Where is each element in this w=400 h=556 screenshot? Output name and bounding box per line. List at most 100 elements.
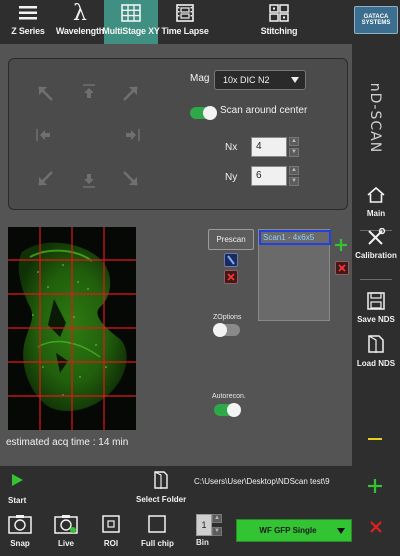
close-button[interactable]: [368, 519, 384, 535]
arrow-down-right-icon[interactable]: [122, 170, 140, 191]
tab-wavelength[interactable]: λ Wavelength: [56, 0, 104, 44]
tab-z-series[interactable]: Z Series: [0, 0, 56, 44]
close-icon: [338, 264, 346, 272]
bin-label: Bin: [196, 538, 209, 547]
stepper-up-icon[interactable]: ▲: [212, 514, 222, 523]
calibration-label: Calibration: [355, 251, 397, 260]
select-folder-label: Select Folder: [136, 495, 187, 504]
live-camera-icon: [54, 514, 78, 537]
arrow-up-right-icon[interactable]: [122, 84, 140, 105]
arrow-up-left-icon[interactable]: [36, 84, 54, 105]
draw-roi-button[interactable]: [224, 253, 238, 267]
ny-stepper[interactable]: ▲ ▼: [289, 166, 299, 186]
open-file-icon: [367, 334, 385, 357]
plus-icon: [368, 479, 382, 493]
acq-time-text: estimated acq time : 14 min: [6, 437, 129, 448]
add-button[interactable]: [366, 477, 384, 495]
arrow-down-left-icon[interactable]: [36, 170, 54, 191]
gataca-logo: GATACA SYSTEMS: [354, 6, 398, 34]
arrow-down-icon[interactable]: [82, 172, 96, 191]
load-nds-button[interactable]: Load NDS: [352, 334, 400, 368]
mag-value: 10x DIC N2: [223, 75, 270, 85]
tab-label: Stitching: [260, 26, 298, 36]
delete-roi-button[interactable]: [224, 270, 238, 284]
arrow-left-icon[interactable]: [36, 127, 52, 145]
tab-label: Z Series: [11, 26, 45, 36]
home-icon: [366, 186, 386, 207]
lambda-icon: λ: [73, 0, 87, 26]
tab-time-lapse[interactable]: Time Lapse: [160, 0, 210, 44]
minimize-button[interactable]: [368, 438, 382, 440]
toggle-knob: [203, 106, 217, 120]
nx-stepper[interactable]: ▲ ▼: [289, 137, 299, 157]
grid-icon: [121, 0, 141, 26]
snap-label: Snap: [10, 539, 30, 548]
close-icon: [227, 273, 235, 281]
save-path: C:\Users\User\Desktop\NDScan test\9: [194, 477, 330, 486]
stepper-down-icon[interactable]: ▼: [212, 527, 222, 536]
toggle-knob: [213, 323, 227, 337]
roi-label: ROI: [103, 539, 119, 548]
tab-label: Wavelength: [55, 26, 105, 36]
tools-icon: [366, 227, 386, 249]
full-chip-label: Full chip: [141, 539, 174, 548]
calibration-button[interactable]: Calibration: [352, 227, 400, 260]
live-button[interactable]: Live: [54, 514, 78, 548]
play-icon: [10, 473, 24, 490]
roi-button[interactable]: ROI: [102, 514, 120, 548]
autorecon-toggle[interactable]: [214, 403, 241, 417]
main-label: Main: [366, 209, 386, 218]
live-label: Live: [57, 539, 74, 548]
camera-icon: [8, 514, 32, 537]
divider: [360, 279, 392, 280]
stepper-down-icon[interactable]: ▼: [289, 177, 299, 186]
zoptions-toggle[interactable]: [213, 323, 240, 337]
bin-stepper[interactable]: ▲ ▼: [212, 514, 222, 536]
save-icon: [367, 292, 385, 313]
save-nds-button[interactable]: Save NDS: [352, 292, 400, 324]
prescan-button[interactable]: Prescan: [208, 229, 254, 250]
nx-label: Nx: [225, 142, 238, 153]
tab-stitching[interactable]: Stitching: [254, 0, 304, 44]
arrow-up-icon[interactable]: [82, 84, 96, 103]
full-chip-icon: [148, 514, 167, 537]
chevron-down-icon: [291, 77, 299, 83]
ny-input[interactable]: 6: [251, 166, 287, 186]
tab-label: Time Lapse: [161, 26, 209, 36]
scan-around-center-toggle[interactable]: [190, 106, 217, 120]
scan-around-center-label: Scan around center: [220, 105, 308, 116]
nx-input[interactable]: 4: [251, 137, 287, 157]
stitch-icon: [269, 0, 289, 26]
stepper-down-icon[interactable]: ▼: [289, 148, 299, 157]
start-button[interactable]: Start: [8, 473, 26, 505]
close-icon: [370, 521, 382, 533]
list-item[interactable]: Scan1 - 4x6x5: [259, 230, 331, 245]
channel-select[interactable]: WF GFP Single: [236, 519, 352, 542]
remove-scan-button[interactable]: [335, 261, 349, 275]
tab-label: MultiStage XY: [102, 26, 160, 36]
full-chip-button[interactable]: Full chip: [141, 514, 174, 548]
folder-icon: [153, 470, 169, 493]
chevron-down-icon: [337, 528, 345, 534]
stepper-up-icon[interactable]: ▲: [289, 166, 299, 175]
prescan-image[interactable]: [8, 227, 136, 430]
save-nds-label: Save NDS: [357, 315, 395, 324]
arrow-right-icon[interactable]: [124, 127, 140, 145]
snap-button[interactable]: Snap: [8, 514, 32, 548]
toggle-knob: [227, 403, 241, 417]
app-side-title: nD-SCAN: [367, 82, 383, 154]
tab-multistage-xy[interactable]: MultiStage XY: [102, 0, 160, 44]
bin-input[interactable]: 1: [196, 514, 212, 536]
select-folder-button[interactable]: Select Folder: [136, 470, 186, 504]
pencil-icon: [227, 255, 235, 265]
film-icon: [175, 0, 195, 26]
scan-list[interactable]: Scan1 - 4x6x5: [258, 229, 331, 321]
autorecon-label: Autorecon.: [212, 393, 246, 400]
mag-select[interactable]: 10x DIC N2: [214, 70, 306, 90]
ny-label: Ny: [225, 172, 238, 183]
roi-icon: [102, 514, 120, 537]
stepper-up-icon[interactable]: ▲: [289, 137, 299, 146]
main-button[interactable]: Main: [352, 186, 400, 218]
channel-value: WF GFP Single: [259, 526, 317, 535]
add-scan-button[interactable]: [334, 238, 348, 252]
